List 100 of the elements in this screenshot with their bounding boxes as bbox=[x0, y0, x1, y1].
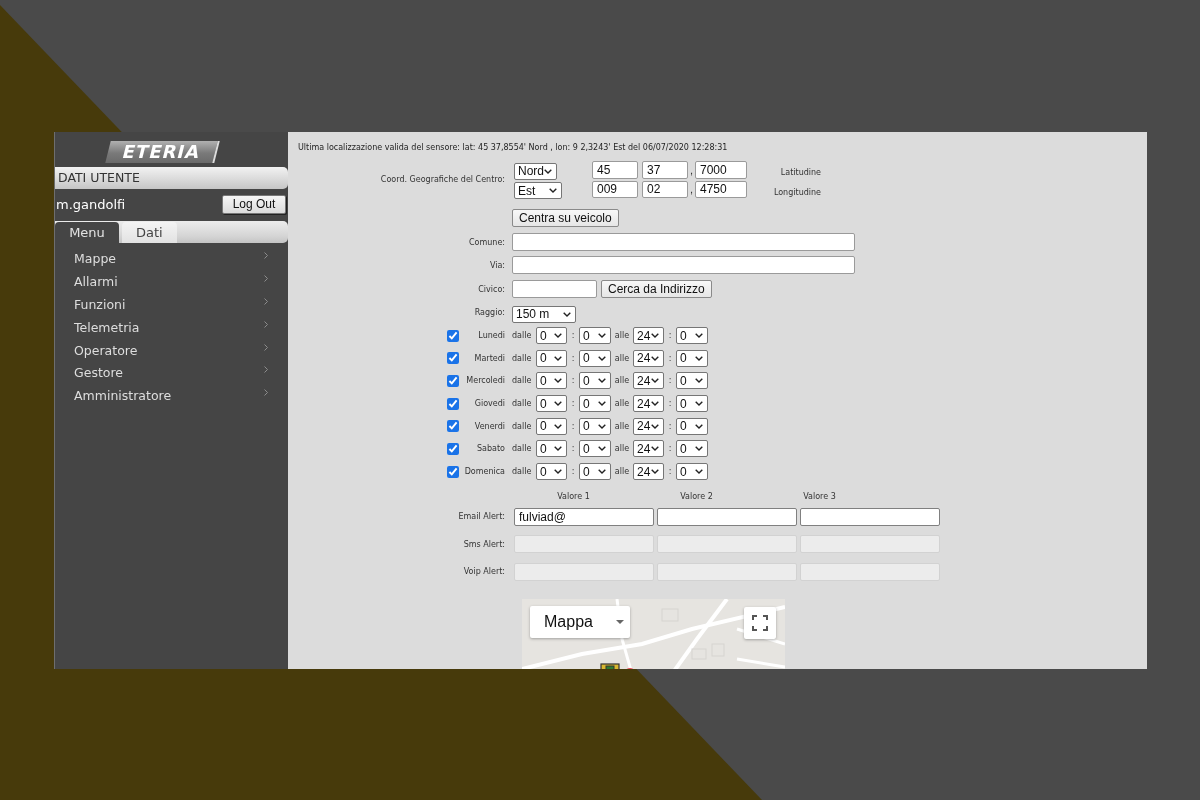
minute-select[interactable]: 0 bbox=[676, 372, 708, 390]
hour-select[interactable]: 24 bbox=[633, 349, 664, 367]
chevron-down-icon bbox=[695, 423, 703, 429]
radius-select[interactable]: 150 m bbox=[512, 305, 576, 323]
minute-select[interactable]: 0 bbox=[676, 463, 708, 481]
civico-field[interactable] bbox=[512, 280, 597, 298]
hemisphere-select[interactable]: Nord bbox=[514, 162, 557, 180]
chevron-down-icon bbox=[554, 446, 562, 452]
chevron-down-icon bbox=[554, 469, 562, 475]
minute-select[interactable]: 0 bbox=[579, 395, 611, 413]
sidebar-tab[interactable]: Menu bbox=[55, 222, 119, 243]
username: m.gandolfi bbox=[56, 196, 126, 212]
menu-item[interactable]: Amministratore bbox=[74, 384, 268, 408]
via-field[interactable] bbox=[512, 256, 855, 274]
minutes-field[interactable]: 37 bbox=[642, 161, 688, 179]
day-checkbox[interactable] bbox=[447, 352, 459, 365]
field-label: Coord. Geografiche del Centro: bbox=[380, 175, 505, 184]
hour-select[interactable]: 0 bbox=[536, 463, 567, 481]
search-address-button[interactable]: Cerca da Indirizzo bbox=[601, 280, 712, 298]
separator-text: : bbox=[570, 376, 576, 386]
separator-text: : bbox=[570, 331, 576, 340]
from-label: dalle bbox=[512, 376, 533, 386]
user-panel-title: DATI UTENTE bbox=[55, 167, 288, 189]
column-header: Valore 2 bbox=[680, 491, 713, 501]
fraction-field[interactable]: 4750 bbox=[695, 180, 747, 198]
minute-select[interactable]: 0 bbox=[579, 417, 611, 435]
chevron-right-icon bbox=[264, 389, 268, 397]
day-label: Lunedi bbox=[478, 331, 505, 340]
hour-select[interactable]: 0 bbox=[536, 417, 567, 435]
from-label: dalle bbox=[512, 399, 533, 409]
minute-select[interactable]: 0 bbox=[579, 440, 611, 458]
center-on-vehicle-button[interactable]: Centra su veicolo bbox=[512, 209, 619, 227]
to-label: alle bbox=[613, 399, 631, 409]
hour-select[interactable]: 24 bbox=[633, 372, 664, 390]
hour-select[interactable]: 0 bbox=[536, 327, 567, 344]
day-label: Mercoledi bbox=[466, 376, 505, 386]
day-label: Martedi bbox=[474, 353, 505, 363]
hour-select[interactable]: 24 bbox=[633, 327, 664, 344]
day-checkbox[interactable] bbox=[447, 420, 459, 433]
degrees-field[interactable]: 45 bbox=[592, 161, 638, 179]
minute-select[interactable]: 0 bbox=[579, 349, 611, 367]
logout-button[interactable]: Log Out bbox=[222, 194, 286, 214]
hour-select[interactable]: 0 bbox=[536, 395, 567, 413]
minute-select[interactable]: 0 bbox=[579, 372, 611, 390]
hour-select[interactable]: 24 bbox=[633, 417, 664, 435]
hour-select[interactable]: 0 bbox=[536, 349, 567, 367]
separator-text: : bbox=[667, 421, 673, 431]
sidebar-tab[interactable]: Dati bbox=[122, 222, 177, 243]
alert-field[interactable] bbox=[800, 507, 940, 526]
hemisphere-select[interactable]: Est bbox=[514, 182, 562, 199]
degrees-field[interactable]: 009 bbox=[592, 180, 638, 198]
menu-item[interactable]: Operatore bbox=[74, 338, 268, 362]
hour-select[interactable]: 24 bbox=[633, 395, 664, 413]
chevron-down-icon bbox=[695, 469, 703, 475]
fraction-field[interactable]: 7000 bbox=[695, 161, 747, 179]
column-header: Valore 3 bbox=[803, 491, 836, 501]
minute-select[interactable]: 0 bbox=[579, 463, 611, 481]
chevron-down-icon bbox=[695, 378, 703, 384]
minute-select[interactable]: 0 bbox=[676, 327, 708, 344]
minute-select[interactable]: 0 bbox=[676, 417, 708, 435]
day-checkbox[interactable] bbox=[447, 465, 459, 478]
hour-select[interactable]: 0 bbox=[536, 440, 567, 458]
minute-select[interactable]: 0 bbox=[676, 440, 708, 458]
day-label: Domenica bbox=[464, 467, 505, 477]
day-label: Venerdi bbox=[474, 421, 505, 431]
hour-select[interactable]: 24 bbox=[633, 463, 664, 481]
chevron-down-icon bbox=[651, 401, 659, 407]
day-checkbox[interactable] bbox=[447, 374, 459, 387]
day-checkbox[interactable] bbox=[447, 397, 459, 410]
minute-select[interactable]: 0 bbox=[676, 349, 708, 367]
chevron-down-icon bbox=[651, 469, 659, 475]
chevron-down-icon bbox=[651, 423, 659, 429]
last-location-text: Ultima localizzazione valida del sensore: lat: 45 37,8554' Nord , lon: 9 2,3243' Est del 06/07/2020 12:28:31 bbox=[298, 142, 729, 154]
field-label: Sms Alert: bbox=[463, 539, 505, 549]
menu-item[interactable]: Mappe bbox=[74, 247, 268, 271]
comune-field[interactable] bbox=[512, 233, 855, 251]
chevron-down-icon bbox=[651, 355, 659, 361]
minute-select[interactable]: 0 bbox=[579, 327, 611, 344]
menu-item[interactable]: Funzioni bbox=[74, 293, 268, 316]
alert-field[interactable]: fulviad@ bbox=[514, 507, 654, 526]
from-label: dalle bbox=[512, 353, 533, 363]
day-checkbox[interactable] bbox=[447, 329, 459, 342]
alert-field[interactable] bbox=[657, 507, 797, 526]
fullscreen-button[interactable] bbox=[744, 606, 776, 639]
menu-item[interactable]: Allarmi bbox=[74, 270, 268, 294]
fullscreen-icon bbox=[752, 614, 768, 631]
hour-select[interactable]: 0 bbox=[536, 372, 567, 390]
map-type-button[interactable]: Mappa bbox=[530, 605, 630, 638]
column-header: Valore 1 bbox=[557, 491, 590, 501]
coordinate-caption: Longitudine bbox=[773, 187, 821, 197]
minutes-field[interactable]: 02 bbox=[642, 180, 688, 198]
hour-select[interactable]: 24 bbox=[633, 440, 664, 458]
menu-item[interactable]: Gestore bbox=[74, 361, 268, 385]
day-label: Sabato bbox=[477, 444, 505, 454]
minute-select[interactable]: 0 bbox=[676, 395, 708, 413]
separator-text: : bbox=[667, 467, 673, 477]
chevron-down-icon bbox=[598, 446, 606, 452]
day-checkbox[interactable] bbox=[447, 442, 459, 455]
chevron-down-icon bbox=[554, 355, 562, 361]
menu-item[interactable]: Telemetria bbox=[74, 316, 268, 339]
